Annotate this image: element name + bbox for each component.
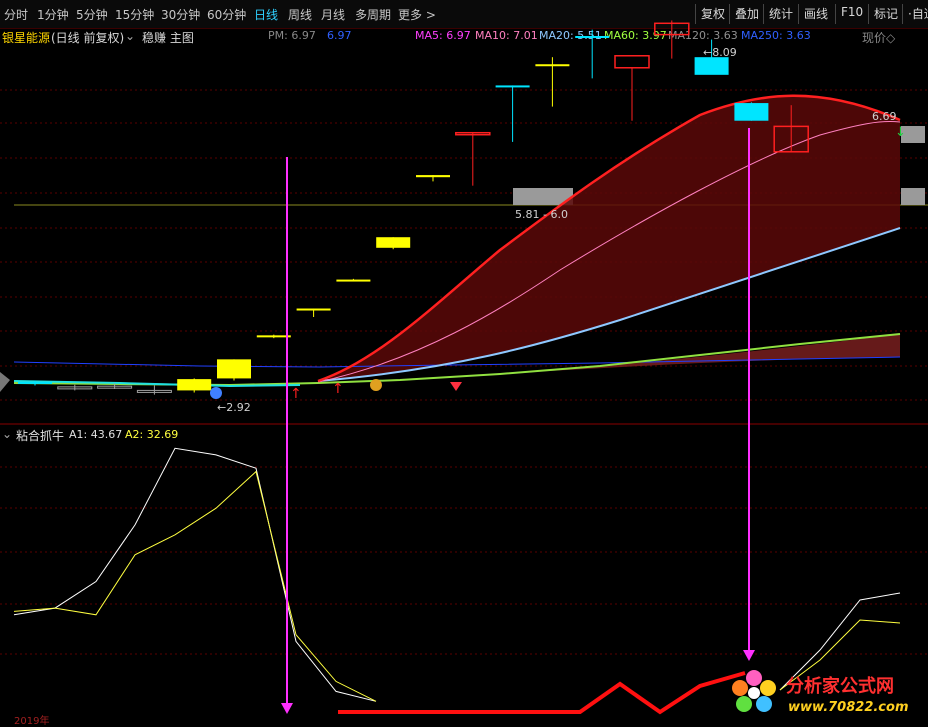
diamond-icon xyxy=(450,382,462,391)
candle-body xyxy=(416,175,450,178)
sub-dropdown-icon[interactable]: ⌄ xyxy=(2,427,12,441)
candle-body xyxy=(376,237,411,248)
money-bag-icon xyxy=(370,379,382,391)
buy-arrow-icon: ↑ xyxy=(332,381,344,397)
candle-body xyxy=(296,308,331,311)
candle-body xyxy=(575,36,610,38)
sell-arrow-icon: ↓ xyxy=(895,125,906,140)
a1-line xyxy=(13,447,377,702)
range-label: 5.81 - 6.0 xyxy=(515,208,568,221)
a2-line xyxy=(13,470,377,702)
low-price-label: ←2.92 xyxy=(217,401,251,414)
watermark: 分析家公式网 www.70822.com xyxy=(728,666,928,724)
signal-arrow-1 xyxy=(281,703,293,714)
right-price-label: 6.69 xyxy=(872,110,897,123)
candle-body xyxy=(18,381,52,384)
candle-body xyxy=(256,335,291,338)
a2-value: A2: 32.69 xyxy=(125,428,179,441)
watermark-url: www.70822.com xyxy=(788,700,909,715)
candle-body xyxy=(535,64,570,67)
candle-body xyxy=(177,379,212,391)
signal-arrow-2 xyxy=(743,650,755,661)
date-hint: 2019年 xyxy=(14,716,50,727)
candle-body xyxy=(614,55,650,69)
buy-arrow-icon: ↑ xyxy=(290,386,302,402)
high-price-label: ←8.09 xyxy=(703,46,737,59)
candle-body xyxy=(336,279,371,282)
chart-canvas: ↑ ↑ ↓ xyxy=(0,20,928,715)
sub-indicator-title[interactable]: 粘合抓牛 xyxy=(16,427,64,444)
flower-logo-icon xyxy=(732,670,776,712)
candle-body xyxy=(734,103,769,121)
signal-bar-line xyxy=(338,671,746,715)
left-scroll-icon xyxy=(0,372,10,392)
candle-body xyxy=(495,85,530,88)
watermark-name: 分析家公式网 xyxy=(786,676,894,697)
candle-body xyxy=(217,359,251,379)
candle-body xyxy=(694,57,729,75)
face-icon xyxy=(210,387,222,399)
gray-right-box-2 xyxy=(901,188,925,205)
a1-value: A1: 43.67 xyxy=(69,428,123,441)
